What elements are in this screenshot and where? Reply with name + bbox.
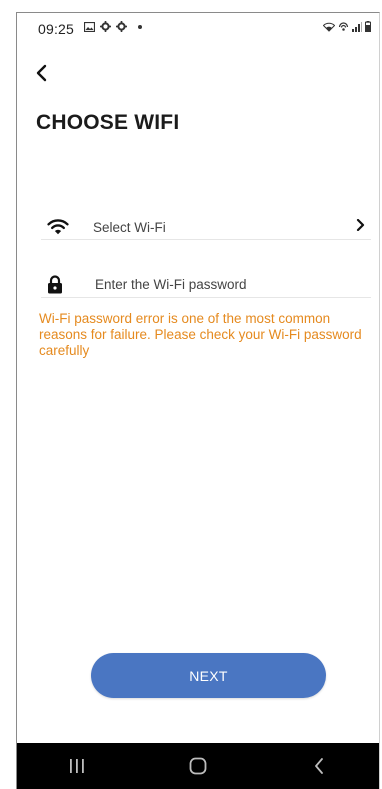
battery-icon <box>365 21 371 32</box>
select-wifi-label: Select Wi-Fi <box>93 219 166 235</box>
chevron-left-icon <box>36 64 47 82</box>
app-frame: 09:25 CHOOSE WIFI Select Wi-Fi Wi-Fi pas… <box>16 12 380 789</box>
dot-icon <box>138 24 142 29</box>
signal-icon <box>352 21 362 32</box>
back-button[interactable] <box>31 59 61 89</box>
page-title: CHOOSE WIFI <box>36 111 180 134</box>
status-time: 09:25 <box>38 21 75 37</box>
next-button[interactable]: NEXT <box>91 653 326 698</box>
wifi-status-icon <box>323 22 335 32</box>
wifi-icon <box>41 218 87 236</box>
password-warning-text: Wi-Fi password error is one of the most … <box>39 311 362 358</box>
system-nav-bar <box>17 743 379 789</box>
hotspot-icon <box>338 21 349 31</box>
select-wifi-row[interactable]: Select Wi-Fi <box>41 199 371 255</box>
recent-apps-icon <box>70 759 85 773</box>
status-notification-icons <box>84 21 142 32</box>
divider <box>41 297 371 298</box>
gallery-icon <box>84 21 95 32</box>
home-icon <box>189 757 207 775</box>
password-field-wrap <box>87 275 375 293</box>
back-nav-icon <box>314 758 323 774</box>
back-nav-button[interactable] <box>289 746 349 786</box>
divider <box>41 239 371 240</box>
password-input[interactable] <box>93 275 375 293</box>
lock-icon <box>41 274 87 294</box>
status-bar: 09:25 <box>17 13 379 43</box>
home-button[interactable] <box>168 746 228 786</box>
chevron-right-icon <box>341 218 371 236</box>
status-system-icons <box>323 21 371 32</box>
recent-apps-button[interactable] <box>47 746 107 786</box>
gear-icon <box>116 21 127 32</box>
password-row <box>41 256 375 312</box>
gear-icon <box>100 21 111 32</box>
